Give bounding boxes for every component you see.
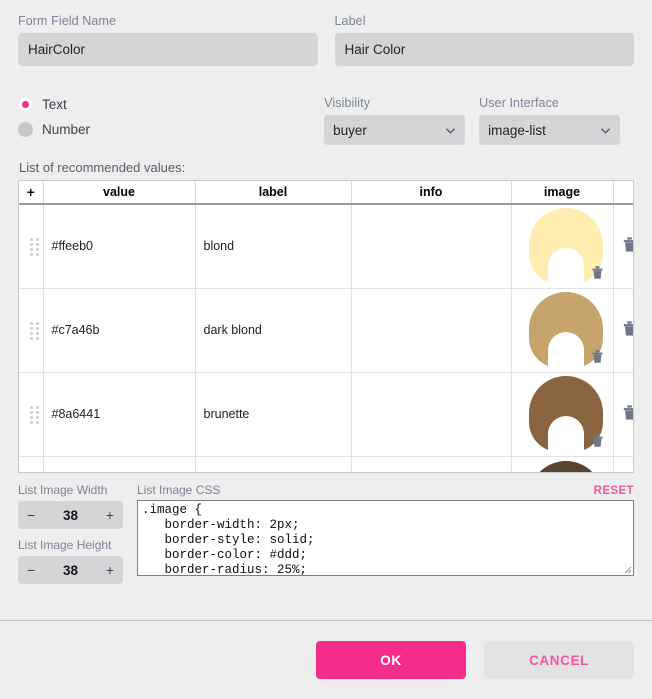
column-header-delete xyxy=(613,181,633,205)
delete-image-icon[interactable] xyxy=(591,265,604,280)
form-field-editor-dialog: Form Field Name HairColor Label Hair Col… xyxy=(0,0,652,699)
delete-row-icon[interactable] xyxy=(622,320,634,337)
list-image-css-textarea[interactable]: .image { border-width: 2px; border-style… xyxy=(137,500,634,576)
cell-delete[interactable] xyxy=(613,288,634,373)
name-label-row: Form Field Name HairColor Label Hair Col… xyxy=(18,0,634,66)
list-image-css-label: List Image CSS xyxy=(137,483,221,497)
label-group: Label Hair Color xyxy=(334,14,634,66)
cell-label[interactable] xyxy=(195,456,352,472)
column-header-value: value xyxy=(43,181,196,205)
user-interface-label: User Interface xyxy=(479,96,559,110)
cell-delete[interactable] xyxy=(613,456,633,472)
list-image-width-stepper[interactable]: − 38 + xyxy=(18,501,123,529)
row-drag-handle[interactable] xyxy=(19,456,44,472)
cell-image[interactable] xyxy=(511,372,614,457)
cell-info[interactable] xyxy=(351,204,512,289)
type-and-options-row: Text Number Visibility buyer User Interf… xyxy=(18,93,634,145)
image-settings-row: List Image Width − 38 + List Image Heigh… xyxy=(18,483,634,593)
dialog-footer: OK CANCEL xyxy=(0,621,652,699)
visibility-group: Visibility buyer xyxy=(324,96,466,145)
dialog-body: Form Field Name HairColor Label Hair Col… xyxy=(0,0,652,620)
cell-delete[interactable] xyxy=(613,372,634,457)
cancel-button[interactable]: CANCEL xyxy=(484,641,634,679)
radio-label-text: Text xyxy=(42,96,67,112)
radio-label-number: Number xyxy=(42,121,91,137)
cell-image[interactable] xyxy=(511,456,614,472)
cell-info[interactable] xyxy=(351,372,512,457)
table-row[interactable]: #ffeeb0 blond xyxy=(19,204,634,289)
form-field-name-group: Form Field Name HairColor xyxy=(18,14,318,66)
cell-info[interactable] xyxy=(351,288,512,373)
user-interface-group: User Interface image-list xyxy=(479,96,620,145)
delete-image-icon[interactable] xyxy=(591,433,604,448)
column-header-info: info xyxy=(351,181,512,205)
user-interface-select[interactable]: image-list xyxy=(479,115,620,145)
list-image-width-label: List Image Width xyxy=(18,483,108,497)
cell-image[interactable] xyxy=(511,204,614,289)
label-input[interactable]: Hair Color xyxy=(334,33,634,66)
cell-label[interactable]: dark blond xyxy=(195,288,352,373)
resize-handle-icon[interactable] xyxy=(622,564,632,574)
chevron-down-icon xyxy=(446,127,455,134)
delete-image-icon[interactable] xyxy=(591,349,604,364)
radio-option-text[interactable]: Text xyxy=(18,93,324,115)
table-row[interactable] xyxy=(19,456,633,472)
plus-icon: + xyxy=(26,184,35,200)
row-drag-handle[interactable] xyxy=(19,372,44,457)
drag-handle-icon xyxy=(30,405,39,424)
cell-value[interactable]: #ffeeb0 xyxy=(43,204,196,289)
increment-width-button[interactable]: + xyxy=(106,508,114,522)
decrement-width-button[interactable]: − xyxy=(27,508,35,522)
list-title: List of recommended values: xyxy=(19,160,186,175)
cell-label[interactable]: blond xyxy=(195,204,352,289)
cell-value[interactable]: #c7a46b xyxy=(43,288,196,373)
radio-option-number[interactable]: Number xyxy=(18,118,324,140)
image-size-steppers: List Image Width − 38 + List Image Heigh… xyxy=(18,483,123,593)
increment-height-button[interactable]: + xyxy=(106,563,114,577)
list-image-height-label: List Image Height xyxy=(18,538,112,552)
cell-value[interactable]: #8a6441 xyxy=(43,372,196,457)
css-header: List Image CSS RESET xyxy=(137,483,634,497)
row-drag-handle[interactable] xyxy=(19,288,44,373)
cell-value[interactable] xyxy=(43,456,196,472)
hair-swatch-image xyxy=(529,461,603,472)
radio-selected-icon xyxy=(18,96,33,112)
table-header-row: + value label info image xyxy=(19,181,633,205)
ok-button[interactable]: OK xyxy=(316,641,466,679)
recommended-values-table[interactable]: + value label info image #ffeeb0 blond #… xyxy=(18,180,634,473)
cell-label[interactable]: brunette xyxy=(195,372,352,457)
table-row[interactable]: #8a6441 brunette xyxy=(19,372,634,457)
cell-image[interactable] xyxy=(511,288,614,373)
table-row[interactable]: #c7a46b dark blond xyxy=(19,288,634,373)
cell-info[interactable] xyxy=(351,456,512,472)
form-field-name-label: Form Field Name xyxy=(18,14,117,28)
list-image-width-value: 38 xyxy=(62,507,79,523)
chevron-down-icon xyxy=(601,127,610,134)
drag-handle-icon xyxy=(30,237,39,256)
decrement-height-button[interactable]: − xyxy=(27,563,35,577)
list-image-height-value: 38 xyxy=(62,562,79,578)
field-type-radio-group: Text Number xyxy=(18,93,324,145)
column-header-label: label xyxy=(195,181,352,205)
drag-handle-icon xyxy=(30,321,39,340)
add-row-button[interactable]: + xyxy=(19,181,44,205)
column-header-image: image xyxy=(511,181,614,205)
css-text: .image { border-width: 2px; border-style… xyxy=(142,503,315,576)
list-image-height-stepper[interactable]: − 38 + xyxy=(18,556,123,584)
form-field-name-input[interactable]: HairColor xyxy=(18,33,318,66)
row-drag-handle[interactable] xyxy=(19,204,44,289)
radio-unselected-icon xyxy=(18,121,33,137)
visibility-select[interactable]: buyer xyxy=(324,115,466,145)
cell-delete[interactable] xyxy=(613,204,634,289)
reset-css-button[interactable]: RESET xyxy=(594,485,634,497)
delete-row-icon[interactable] xyxy=(622,404,634,421)
list-image-css-group: List Image CSS RESET .image { border-wid… xyxy=(137,483,634,593)
visibility-label: Visibility xyxy=(324,96,371,110)
user-interface-value: image-list xyxy=(488,122,546,138)
table-body: #ffeeb0 blond #c7a46b dark blond #8a6441… xyxy=(19,204,634,472)
visibility-value: buyer xyxy=(333,122,367,138)
delete-row-icon[interactable] xyxy=(622,236,634,253)
label-label: Label xyxy=(334,14,366,28)
